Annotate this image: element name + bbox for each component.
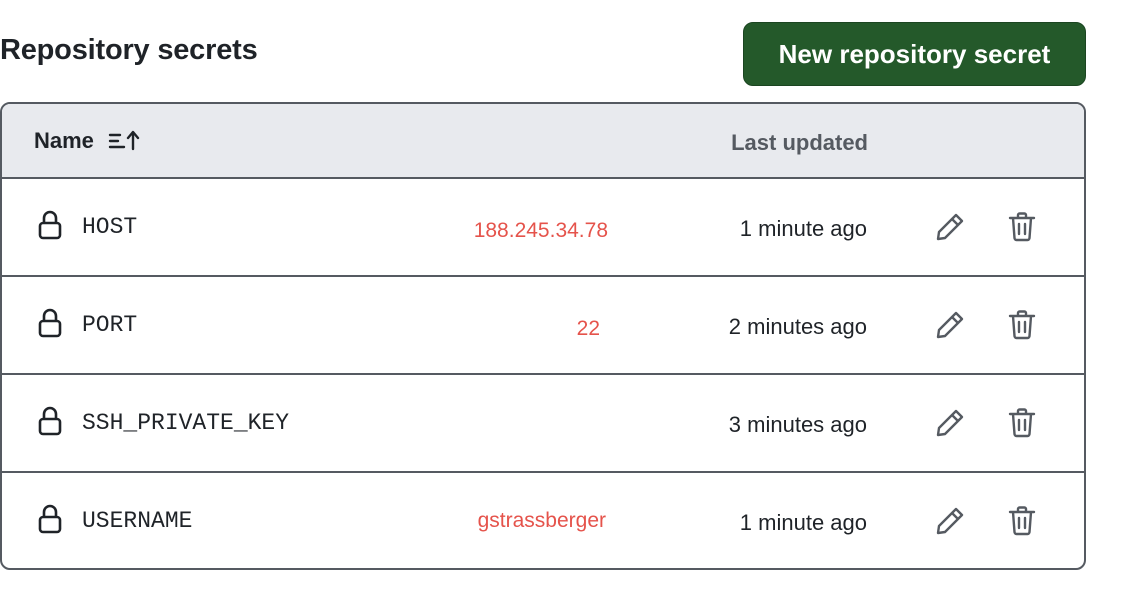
table-row: PORT 22 2 minutes ago	[2, 277, 1084, 375]
delete-secret-button[interactable]	[1004, 307, 1040, 343]
page-title: Repository secrets	[0, 34, 258, 66]
edit-secret-button[interactable]	[932, 405, 968, 441]
trash-icon	[1008, 506, 1036, 536]
secret-name: HOST	[82, 214, 138, 240]
secret-name: PORT	[82, 312, 138, 338]
last-updated-value: 2 minutes ago	[728, 314, 867, 339]
lock-icon	[37, 209, 63, 241]
last-updated-value: 3 minutes ago	[728, 412, 867, 437]
trash-icon	[1008, 408, 1036, 438]
secret-name: USERNAME	[82, 508, 193, 534]
lock-icon	[37, 405, 63, 437]
delete-secret-button[interactable]	[1004, 209, 1040, 245]
last-updated-value: 1 minute ago	[739, 216, 867, 241]
table-row: HOST 188.245.34.78 1 minute ago	[2, 179, 1084, 277]
secrets-page: Repository secrets New repository secret…	[0, 0, 1128, 604]
secret-value-annotation: gstrassberger	[477, 509, 606, 532]
delete-secret-button[interactable]	[1004, 503, 1040, 539]
lock-icon	[37, 503, 63, 535]
secret-name: SSH_PRIVATE_KEY	[82, 410, 290, 436]
pencil-icon	[936, 507, 964, 535]
table-row: SSH_PRIVATE_KEY 3 minutes ago	[2, 375, 1084, 473]
secret-value-annotation: 22	[576, 317, 600, 340]
sort-ascending-icon[interactable]	[108, 129, 142, 153]
edit-secret-button[interactable]	[932, 307, 968, 343]
pencil-icon	[936, 213, 964, 241]
table-row: USERNAME gstrassberger 1 minute ago	[2, 473, 1084, 568]
name-column-header[interactable]: Name	[34, 128, 142, 154]
pencil-icon	[936, 311, 964, 339]
edit-secret-button[interactable]	[932, 209, 968, 245]
secrets-table: Name Last updated HOST 188.245.34.78 1 m…	[0, 102, 1086, 570]
table-header: Name Last updated	[2, 104, 1084, 179]
lock-icon	[37, 307, 63, 339]
secret-value-annotation: 188.245.34.78	[473, 219, 608, 242]
last-updated-column-header: Last updated	[731, 130, 868, 155]
edit-secret-button[interactable]	[932, 503, 968, 539]
delete-secret-button[interactable]	[1004, 405, 1040, 441]
last-updated-value: 1 minute ago	[739, 510, 867, 535]
trash-icon	[1008, 310, 1036, 340]
trash-icon	[1008, 212, 1036, 242]
pencil-icon	[936, 409, 964, 437]
name-column-label: Name	[34, 128, 94, 153]
new-repository-secret-button[interactable]: New repository secret	[743, 22, 1086, 86]
